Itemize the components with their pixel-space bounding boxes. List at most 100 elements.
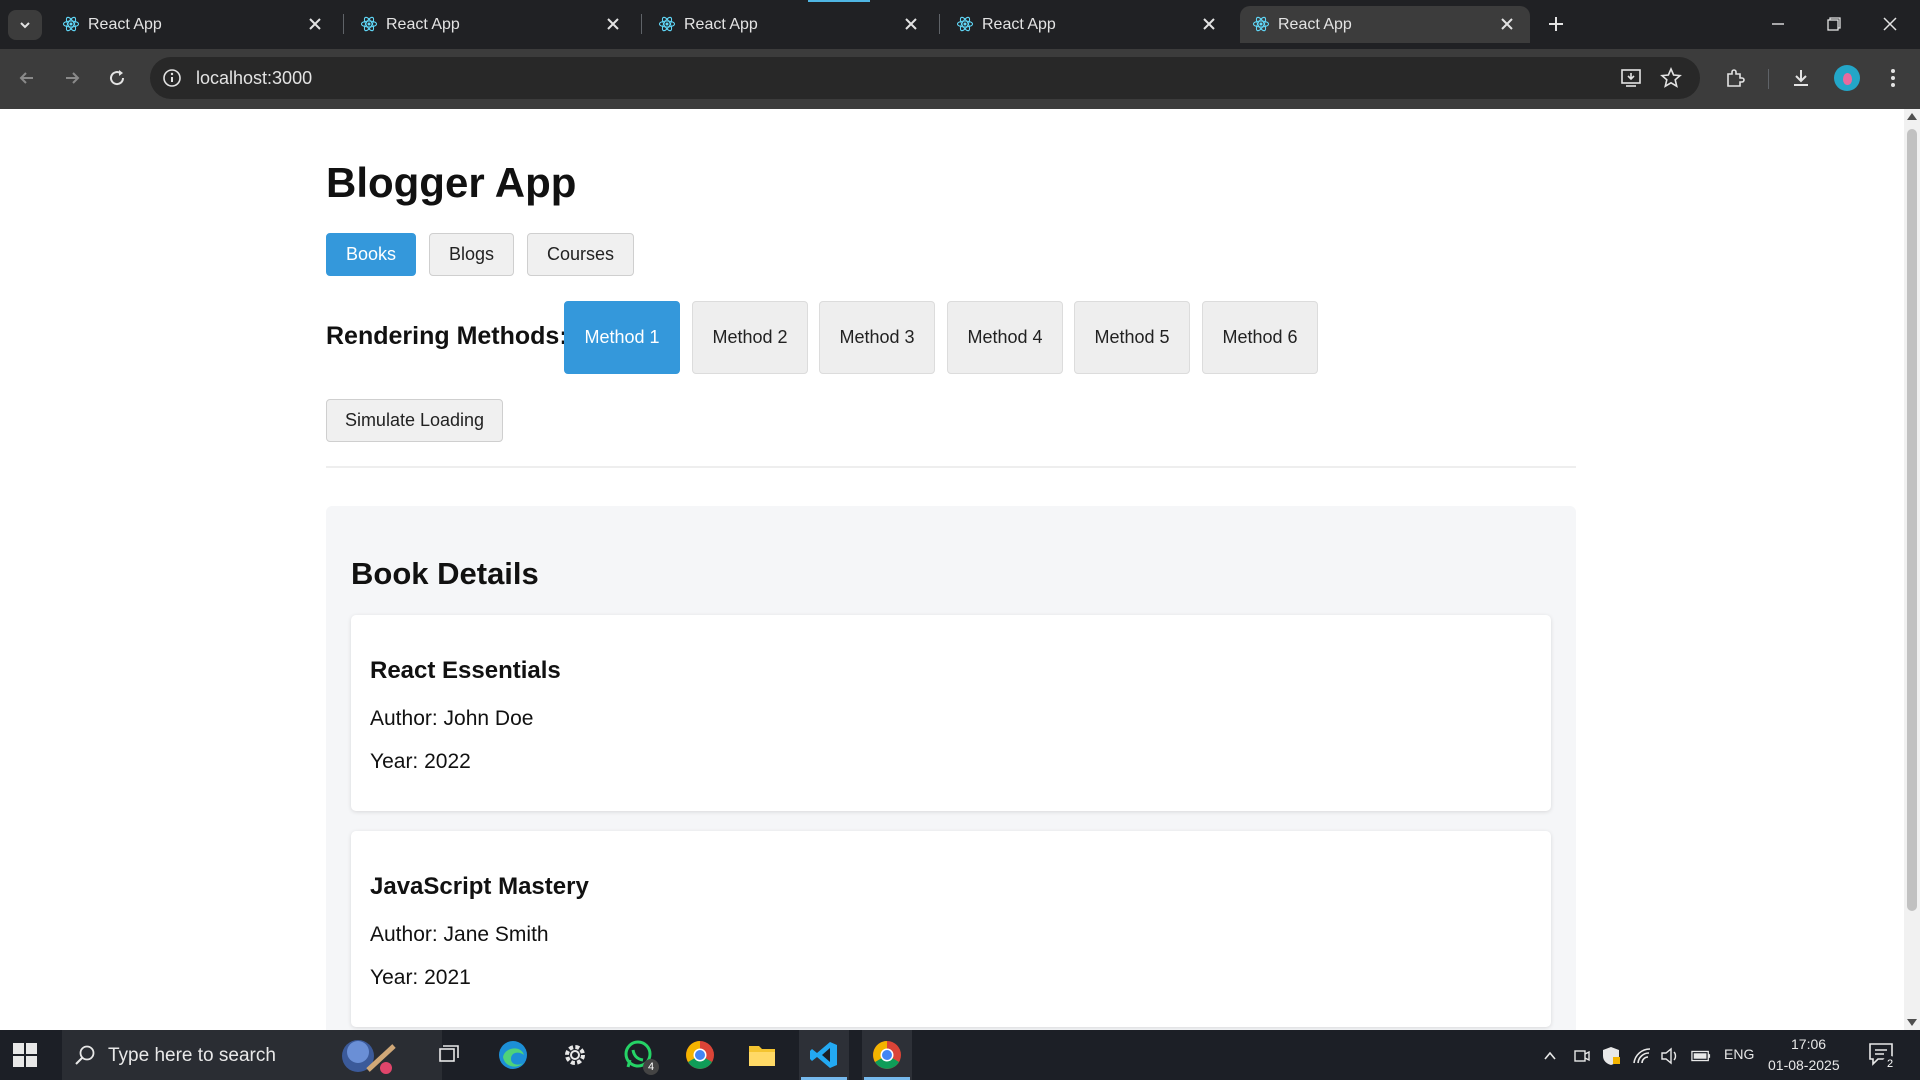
book-title: React Essentials [370,657,561,684]
method-5-button[interactable]: Method 5 [1074,301,1190,374]
windows-start-icon[interactable] [12,1042,38,1068]
close-icon[interactable] [604,15,622,33]
browser-tab-active[interactable]: React App [1240,6,1530,43]
tab-title: React App [1278,16,1352,33]
meet-now-icon[interactable] [1572,1046,1592,1066]
volume-icon[interactable] [1660,1046,1680,1066]
tab-loading-indicator [808,0,870,2]
simulate-loading-button[interactable]: Simulate Loading [326,399,503,442]
react-icon [658,16,676,32]
react-icon [956,16,974,32]
wifi-icon[interactable] [1632,1046,1652,1066]
section-divider [326,466,1576,468]
vscode-icon [810,1042,837,1068]
extensions-icon[interactable] [1720,63,1750,93]
close-icon[interactable] [1200,15,1218,33]
browser-tab[interactable]: React App [944,6,1232,43]
vscode-app[interactable] [799,1030,849,1080]
file-explorer-app[interactable] [737,1030,787,1080]
scrollbar-thumb[interactable] [1907,129,1917,911]
battery-icon[interactable] [1691,1046,1711,1066]
notification-count: 2 [1882,1056,1898,1072]
method-6-button[interactable]: Method 6 [1202,301,1318,374]
book-author: Author: Jane Smith [370,923,549,946]
method-4-button[interactable]: Method 4 [947,301,1063,374]
whatsapp-app[interactable]: 4 [613,1030,663,1080]
minimize-button[interactable] [1764,10,1792,38]
page-title: Blogger App [326,159,577,206]
settings-app[interactable] [550,1030,600,1080]
page-scrollbar[interactable] [1904,109,1920,1030]
taskbar-search-box[interactable]: Type here to search [62,1030,442,1080]
book-card: JavaScript Mastery Author: Jane Smith Ye… [351,831,1551,1027]
task-view-icon [439,1045,459,1062]
whatsapp-badge: 4 [643,1059,659,1075]
clock-time[interactable]: 17:06 [1791,1036,1826,1052]
nav-blogs-button[interactable]: Blogs [429,233,514,276]
url-text[interactable]: localhost:3000 [196,68,312,89]
site-info-icon[interactable] [160,66,184,90]
book-title: JavaScript Mastery [370,873,589,900]
task-view-button[interactable] [425,1030,475,1080]
arrow-left-icon [19,72,33,84]
address-bar[interactable]: localhost:3000 [150,57,1700,99]
method-3-button[interactable]: Method 3 [819,301,935,374]
react-icon [62,16,80,32]
downloads-icon[interactable] [1786,63,1816,93]
close-icon[interactable] [902,15,920,33]
file-explorer-icon [749,1046,775,1066]
settings-icon [565,1045,585,1065]
tab-separator [343,14,344,34]
chrome-active-icon [873,1041,901,1069]
close-icon[interactable] [306,15,324,33]
book-details-title: Book Details [351,556,539,591]
menu-kebab-icon[interactable] [1878,63,1908,93]
close-icon[interactable] [1498,15,1516,33]
profile-avatar[interactable] [1834,65,1860,91]
chrome-icon [686,1041,714,1069]
clock-date[interactable]: 01-08-2025 [1768,1057,1840,1073]
book-year: Year: 2021 [370,966,471,989]
book-card: React Essentials Author: John Doe Year: … [351,615,1551,811]
input-language[interactable]: ENG [1724,1046,1754,1062]
tab-separator [641,14,642,34]
install-app-icon[interactable] [1618,65,1644,91]
windows-taskbar: Type here to search 4 ENG 17:06 01-08-20… [0,1030,1920,1080]
toolbar-divider [1768,69,1769,89]
book-year: Year: 2022 [370,750,471,773]
browser-tab[interactable]: React App [348,6,636,43]
restore-icon [1827,17,1841,31]
browser-tab[interactable]: React App [50,6,338,43]
edge-app[interactable] [488,1030,538,1080]
forward-button[interactable] [57,63,87,93]
chevron-up-icon[interactable] [1540,1046,1560,1066]
notification-center-button[interactable]: 2 [1868,1042,1898,1072]
plus-icon [1549,17,1563,31]
restore-button[interactable] [1820,10,1848,38]
copilot-icon[interactable] [328,1032,418,1078]
back-button[interactable] [12,63,42,93]
rendering-methods-label: Rendering Methods: [326,322,568,350]
browser-tab[interactable]: React App [646,6,934,43]
tab-title: React App [386,16,460,33]
method-2-button[interactable]: Method 2 [692,301,808,374]
tab-search-button[interactable] [8,10,42,40]
browser-toolbar: localhost:3000 [0,49,1920,109]
reload-button[interactable] [102,63,132,93]
chrome-app[interactable] [675,1030,725,1080]
browser-tab-strip: React App React App React App React App … [0,0,1920,49]
security-shield-icon[interactable] [1601,1046,1621,1066]
tab-title: React App [684,16,758,33]
new-tab-button[interactable] [1542,10,1570,38]
nav-books-button[interactable]: Books [326,233,416,276]
scroll-down-arrow-icon[interactable] [1907,1019,1917,1026]
page-viewport: Blogger App Books Blogs Courses Renderin… [0,109,1920,1030]
nav-courses-button[interactable]: Courses [527,233,634,276]
method-1-button[interactable]: Method 1 [564,301,680,374]
scroll-up-arrow-icon[interactable] [1907,113,1917,120]
book-details-panel: Book Details React Essentials Author: Jo… [326,506,1576,1030]
bookmark-star-icon[interactable] [1658,65,1684,91]
book-author: Author: John Doe [370,707,534,730]
close-window-button[interactable] [1876,10,1904,38]
chrome-active-app[interactable] [862,1030,912,1080]
